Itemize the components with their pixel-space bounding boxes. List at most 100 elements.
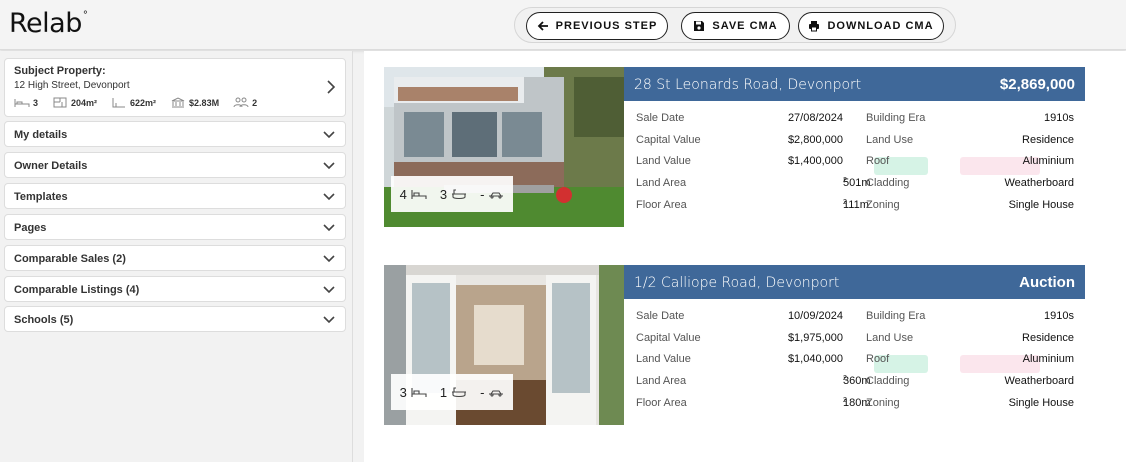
value-value: $2.83M	[189, 97, 220, 108]
detail-value: Residence	[1022, 134, 1074, 146]
save-cma-button[interactable]: SAVE CMA	[681, 12, 790, 40]
detail-label: Cladding	[866, 375, 910, 387]
beds-count: 3	[399, 384, 407, 400]
chevron-down-icon	[323, 193, 335, 201]
detail-row: Sale Date 10/09/2024 Building Era 1910s	[624, 310, 1085, 330]
card-title-bar: 1/2 Calliope Road, Devonport Auction	[624, 265, 1085, 299]
floor-plan-icon	[53, 97, 67, 108]
detail-label: Zoning	[866, 397, 900, 409]
detail-label: Zoning	[866, 199, 900, 211]
detail-value: $1,040,000	[787, 353, 843, 365]
detail-row: Sale Date 27/08/2024 Building Era 1910s	[624, 112, 1085, 132]
previous-step-button[interactable]: PREVIOUS STEP	[526, 12, 668, 40]
comparable-card: 3 1 - 1/2 Calliope Road, Devonport Aucti…	[384, 265, 1085, 425]
detail-value: Single House	[1008, 397, 1074, 409]
detail-label: Sale Date	[636, 310, 685, 322]
car-icon	[489, 192, 504, 199]
detail-label: Capital Value	[636, 332, 701, 344]
detail-label: Cladding	[866, 177, 910, 189]
detail-label: Land Use	[866, 332, 914, 344]
card-price: Auction	[1019, 274, 1075, 291]
logo-text: Relab	[9, 8, 82, 39]
property-photo: 4 3 -	[384, 67, 624, 227]
cma-toolbar: PREVIOUS STEP SAVE CMA DOWNLOAD CMA	[514, 7, 956, 43]
detail-label: Land Use	[866, 134, 914, 146]
accordion-my-details[interactable]: My details	[4, 121, 346, 147]
chevron-down-icon	[323, 255, 335, 263]
accordion-owner-details[interactable]: Owner Details	[4, 152, 346, 178]
detail-value: $2,800,000	[787, 134, 843, 146]
download-cma-button[interactable]: DOWNLOAD CMA	[798, 12, 944, 40]
relab-logo[interactable]: Relab°	[9, 8, 88, 39]
bank-icon	[171, 97, 185, 108]
detail-label: Building Era	[866, 310, 926, 322]
detail-value: Weatherboard	[1004, 375, 1074, 387]
detail-row: Floor Area 111m 2 Zoning Single House	[624, 199, 1085, 219]
accordion-comparable-sales[interactable]: Comparable Sales (2)	[4, 245, 346, 271]
bath-icon	[452, 387, 467, 398]
sidebar: Subject Property: 12 High Street, Devonp…	[0, 51, 353, 462]
chevron-down-icon	[323, 131, 335, 139]
card-price: $2,869,000	[999, 76, 1075, 93]
chevron-down-icon	[323, 316, 335, 324]
land-area-stat: 622m²	[111, 97, 156, 108]
occupants-value: 2	[252, 97, 258, 108]
accordion-schools[interactable]: Schools (5)	[4, 306, 346, 332]
bath-icon	[452, 189, 467, 200]
chevron-right-icon[interactable]	[326, 80, 336, 94]
detail-value: $1,975,000	[787, 332, 843, 344]
card-address: 28 St Leonards Road, Devonport	[634, 77, 862, 93]
arrow-left-icon	[537, 21, 548, 31]
subject-property-address: 12 High Street, Devonport	[14, 80, 130, 91]
detail-value: $1,400,000	[787, 155, 843, 167]
detail-row: Land Area 501m 2 Cladding Weatherboard	[624, 177, 1085, 197]
occupants-stat: 2	[233, 97, 257, 108]
detail-row: Land Value $1,040,000 Roof Aluminium	[624, 353, 1085, 373]
feature-badge: 3 1 -	[391, 374, 513, 410]
bedrooms-stat: 3	[14, 97, 38, 108]
comparables-preview: 4 3 - 28 St Leonards Road, Devonport $2,…	[364, 51, 1126, 462]
detail-label: Land Area	[636, 177, 687, 189]
detail-value: 1910s	[1044, 310, 1074, 322]
parking-count: -	[480, 384, 485, 400]
accordion-templates[interactable]: Templates	[4, 183, 346, 209]
logo-mark: °	[82, 10, 88, 21]
value-stat: $2.83M	[170, 97, 219, 108]
baths-count: 3	[439, 186, 448, 202]
subject-property-card[interactable]: Subject Property: 12 High Street, Devonp…	[4, 58, 346, 117]
chevron-down-icon	[323, 224, 335, 232]
detail-label: Floor Area	[636, 199, 687, 211]
car-icon	[489, 390, 504, 397]
parking-count: -	[480, 186, 485, 202]
accordion-pages[interactable]: Pages	[4, 214, 346, 240]
accordion-label: Templates	[14, 191, 68, 203]
detail-label: Sale Date	[636, 112, 685, 124]
bedrooms-value: 3	[33, 97, 39, 108]
detail-label: Land Value	[636, 155, 691, 167]
save-cma-label: SAVE CMA	[712, 20, 778, 32]
area-superscript: 2	[843, 397, 847, 404]
detail-value: Residence	[1022, 332, 1074, 344]
card-details: Sale Date 27/08/2024 Building Era 1910s …	[624, 101, 1085, 227]
detail-label: Floor Area	[636, 397, 687, 409]
comparable-card: 4 3 - 28 St Leonards Road, Devonport $2,…	[384, 67, 1085, 227]
area-superscript: 2	[843, 375, 847, 382]
card-title-bar: 28 St Leonards Road, Devonport $2,869,00…	[624, 67, 1085, 101]
accordion-label: Comparable Listings (4)	[14, 284, 140, 296]
detail-label: Roof	[866, 155, 890, 167]
land-area-value: 622m²	[130, 97, 157, 108]
bed-icon	[411, 190, 427, 199]
subject-property-label: Subject Property:	[14, 65, 106, 77]
detail-label: Roof	[866, 353, 890, 365]
accordion-label: Comparable Sales (2)	[14, 253, 126, 265]
save-icon	[694, 21, 705, 31]
app-header: Relab° PREVIOUS STEP SAVE CMA DOWNLOAD C…	[0, 0, 1126, 50]
people-icon	[233, 97, 249, 108]
accordion-comparable-listings[interactable]: Comparable Listings (4)	[4, 276, 346, 302]
area-superscript: 2	[843, 177, 847, 184]
detail-value: Weatherboard	[1004, 177, 1074, 189]
accordion-label: Pages	[14, 222, 47, 234]
download-cma-label: DOWNLOAD CMA	[827, 20, 934, 32]
detail-label: Land Area	[636, 375, 687, 387]
floor-area-value: 204m²	[71, 97, 98, 108]
